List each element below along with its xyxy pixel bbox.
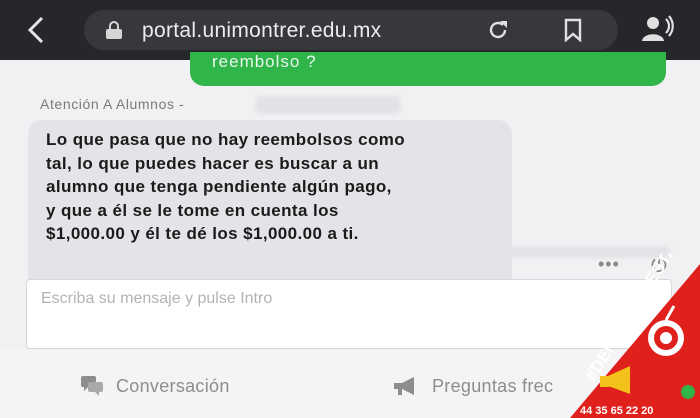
tab-conversation[interactable]: Conversación bbox=[80, 374, 230, 398]
message-line: Lo que pasa que no hay reembolsos como bbox=[46, 130, 406, 149]
tab-faq-label: Preguntas frec bbox=[432, 375, 554, 396]
tab-conversation-label: Conversación bbox=[116, 375, 230, 396]
received-message-bubble: Lo que pasa que no hay reembolsos como t… bbox=[28, 120, 512, 290]
voice-user-icon[interactable] bbox=[640, 14, 674, 44]
address-bar[interactable]: portal.unimontrer.edu.mx bbox=[84, 10, 618, 50]
redacted-agent-name bbox=[255, 96, 401, 114]
message-line: $1,000.00 y él te dé los $1,000.00 a ti. bbox=[46, 224, 359, 243]
bookmark-icon[interactable] bbox=[562, 18, 584, 43]
message-line: tal, lo que puedes hacer es buscar a un bbox=[46, 153, 380, 173]
watermark-phone: 44 35 65 22 20 bbox=[580, 405, 653, 417]
megaphone-icon bbox=[394, 377, 414, 395]
url-text[interactable]: portal.unimontrer.edu.mx bbox=[142, 19, 381, 43]
sent-message-bubble: reembolso ? bbox=[190, 52, 666, 86]
reload-icon[interactable] bbox=[486, 18, 510, 42]
lock-icon bbox=[106, 21, 122, 39]
tab-faq[interactable]: Preguntas frec bbox=[392, 374, 553, 398]
sent-message-text: reembolso ? bbox=[212, 52, 317, 71]
agent-name-label: Atención A Alumnos - bbox=[40, 96, 185, 112]
message-input[interactable] bbox=[41, 288, 641, 310]
message-line: y que a él se le tome en cuenta los bbox=[46, 200, 339, 220]
message-line: alumno que tenga pendiente algún pago, bbox=[46, 177, 392, 196]
chat-bubbles-icon bbox=[81, 376, 103, 396]
browser-toolbar: portal.unimontrer.edu.mx bbox=[0, 0, 700, 60]
received-message-text: Lo que pasa que no hay reembolsos como t… bbox=[46, 128, 506, 246]
denuncia-watermark: #DENUNCIAMESTA 44 35 65 22 20 bbox=[570, 241, 700, 418]
back-arrow-icon[interactable] bbox=[22, 14, 52, 46]
